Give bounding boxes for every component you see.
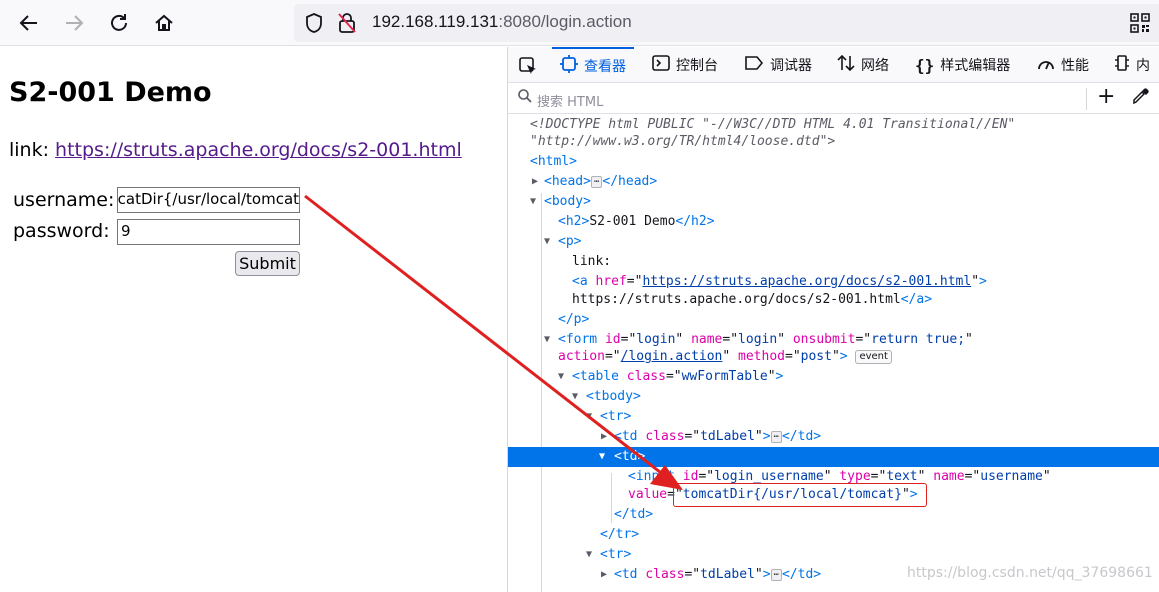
shield-icon[interactable] (304, 12, 324, 38)
markup-line[interactable]: ▼ <p> (508, 232, 1159, 252)
console-icon (652, 55, 670, 75)
html-markup-tree: <!DOCTYPE html PUBLIC "-//W3C//DTD HTML … (508, 115, 1159, 592)
reload-icon[interactable] (106, 10, 132, 36)
markup-line[interactable]: ▼ <tr> (508, 407, 1159, 427)
debugger-icon (744, 55, 764, 75)
memory-icon (1114, 54, 1130, 76)
eyedropper-icon[interactable] (1132, 87, 1150, 110)
markup-line[interactable]: ▼ <tr> (508, 545, 1159, 565)
username-input[interactable]: tomcatDir{/usr/local/tomcat} (117, 187, 300, 213)
submit-button[interactable]: Submit (235, 251, 300, 276)
performance-icon (1037, 55, 1055, 75)
collapse-triangle-icon[interactable]: ▼ (544, 232, 550, 252)
collapse-triangle-icon[interactable]: ▼ (558, 367, 564, 387)
markup-line[interactable]: ▼ <body> (508, 192, 1159, 212)
markup-line[interactable]: ▼ <tbody> (508, 387, 1159, 407)
markup-line[interactable]: ▶ <head> ⋯ </head> (508, 172, 1159, 192)
expand-triangle-icon[interactable]: ▶ (601, 427, 607, 447)
page-title: S2-001 Demo (9, 77, 212, 108)
password-label: password: (13, 220, 110, 242)
link-line: link: https://struts.apache.org/docs/s2-… (9, 139, 462, 161)
tab-performance[interactable]: 性能 (1037, 47, 1089, 83)
markup-line[interactable]: "http://www.w3.org/TR/html4/loose.dtd"> (508, 132, 1159, 152)
forward-arrow-icon[interactable] (61, 10, 87, 36)
markup-line[interactable]: <a href="https://struts.apache.org/docs/… (508, 272, 1159, 292)
home-icon[interactable] (151, 10, 177, 36)
markup-line[interactable]: </tr> (508, 525, 1159, 545)
url-bar[interactable]: 192.168.119.131:8080/login.action (294, 4, 1159, 42)
markup-line[interactable]: </p> (508, 310, 1159, 330)
network-icon (837, 54, 855, 76)
search-icon (517, 88, 533, 108)
tab-network[interactable]: 网络 (837, 47, 889, 83)
password-input[interactable]: 9 (117, 219, 300, 245)
element-picker-icon[interactable] (518, 56, 538, 80)
search-input[interactable]: 搜索 HTML (537, 91, 603, 110)
tab-memory[interactable]: 内 (1114, 47, 1150, 83)
collapse-triangle-icon[interactable]: ▼ (586, 545, 592, 565)
insecure-lock-icon[interactable] (337, 12, 357, 38)
struts-docs-link[interactable]: https://struts.apache.org/docs/s2-001.ht… (55, 139, 462, 161)
markup-line[interactable]: </td> (508, 505, 1159, 525)
tab-inspector[interactable]: 查看器 (552, 47, 634, 83)
page-content: S2-001 Demo link: https://struts.apache.… (0, 47, 507, 592)
devtools-panel: 查看器 控制台 调试器 网络 {} 样式编辑器 性能 内 搜索 HTML + <… (507, 47, 1159, 592)
expand-triangle-icon[interactable]: ▶ (601, 565, 607, 585)
markup-line[interactable]: ▶ <td class="tdLabel"> ⋯ </td> (508, 427, 1159, 447)
value-highlight-box (673, 483, 927, 507)
markup-line-selected[interactable]: ▼ <td> (508, 447, 1159, 467)
add-node-icon[interactable]: + (1097, 84, 1115, 109)
collapse-triangle-icon[interactable]: ▼ (599, 447, 605, 467)
collapse-triangle-icon[interactable]: ▼ (572, 387, 578, 407)
divider (1086, 88, 1087, 110)
markup-line[interactable]: <h2>S2-001 Demo</h2> (508, 212, 1159, 232)
markup-line[interactable]: <html> (508, 152, 1159, 172)
collapse-triangle-icon[interactable]: ▼ (586, 407, 592, 427)
style-editor-icon: {} (915, 55, 935, 75)
back-arrow-icon[interactable] (16, 10, 42, 36)
tab-style-editor[interactable]: {} 样式编辑器 (915, 47, 1010, 83)
browser-toolbar: 192.168.119.131:8080/login.action (0, 0, 1159, 46)
expand-triangle-icon[interactable]: ▶ (532, 172, 538, 192)
collapse-triangle-icon[interactable]: ▼ (530, 192, 536, 212)
tab-console[interactable]: 控制台 (652, 47, 718, 83)
watermark: https://blog.csdn.net/qq_37698661 (907, 565, 1153, 581)
inspector-icon (560, 55, 578, 77)
username-label: username: (13, 189, 115, 211)
markup-line[interactable]: action="/login.action" method="post"> ev… (508, 347, 1159, 367)
qr-code-icon[interactable] (1130, 13, 1150, 37)
markup-line[interactable]: link: (508, 252, 1159, 272)
devtools-tabbar: 查看器 控制台 调试器 网络 {} 样式编辑器 性能 内 (508, 47, 1159, 83)
tab-debugger[interactable]: 调试器 (744, 47, 812, 83)
markup-line[interactable]: https://struts.apache.org/docs/s2-001.ht… (508, 290, 1159, 310)
url-text[interactable]: 192.168.119.131:8080/login.action (372, 12, 632, 32)
markup-line[interactable]: ▼ <table class="wwFormTable"> (508, 367, 1159, 387)
event-badge[interactable]: event (855, 349, 892, 364)
html-search-bar: 搜索 HTML + (508, 84, 1159, 114)
